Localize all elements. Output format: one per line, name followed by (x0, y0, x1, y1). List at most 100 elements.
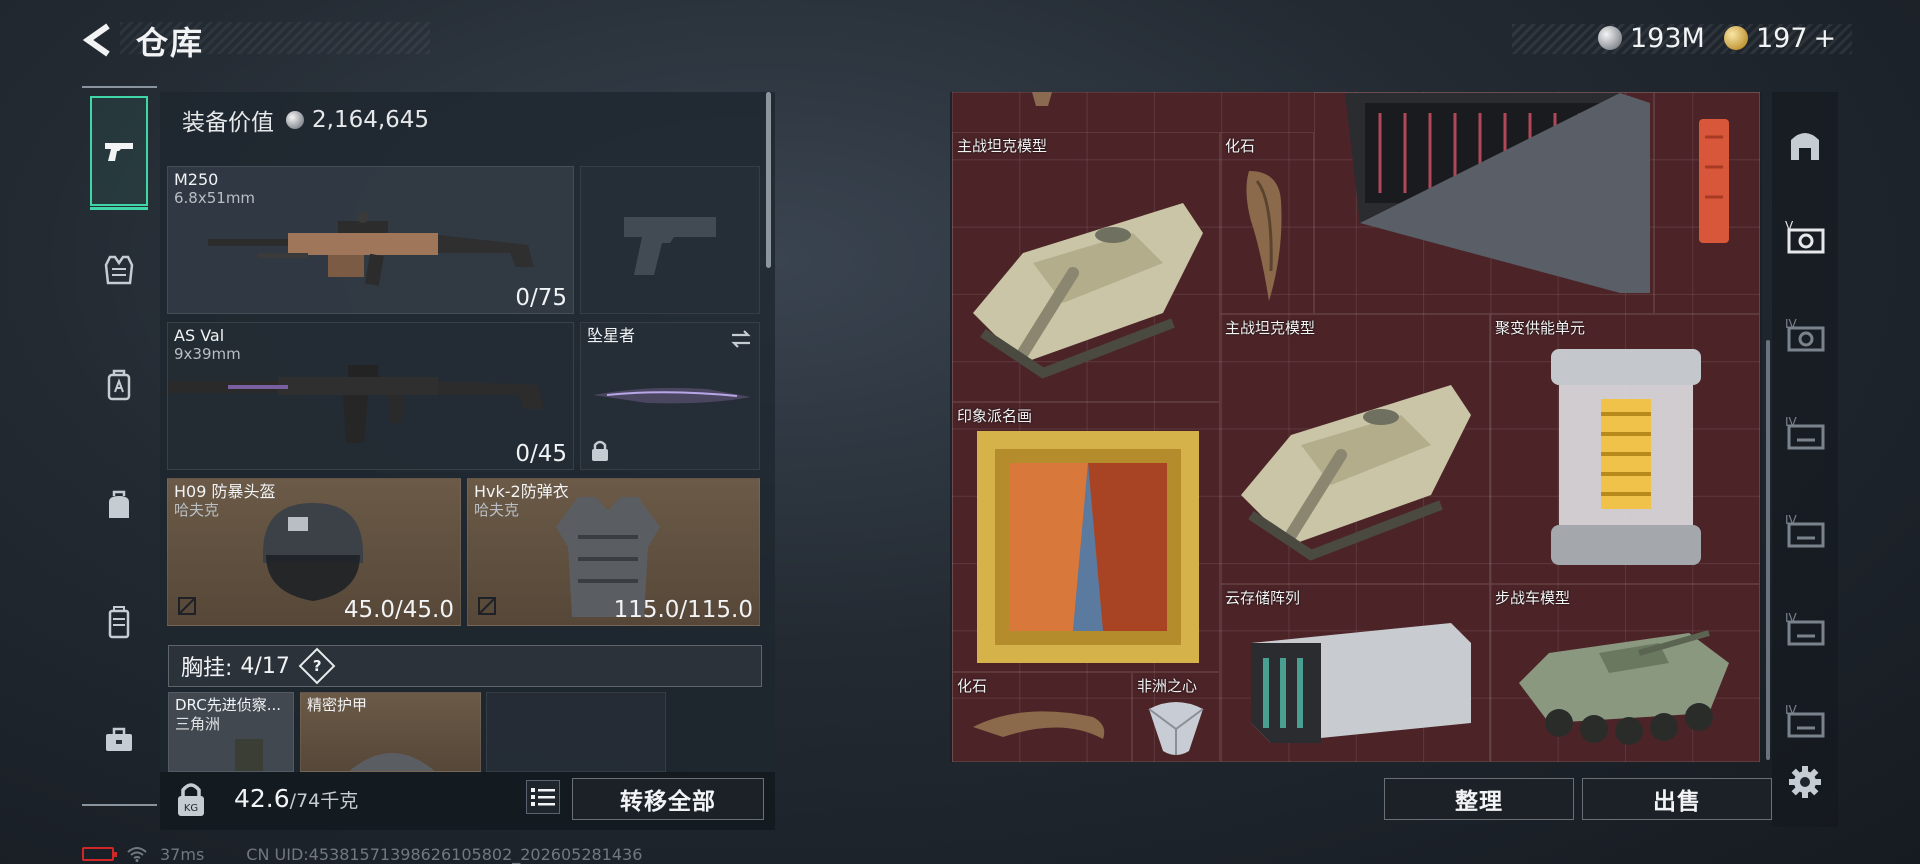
storage-tab-iv[interactable]: IV (1780, 692, 1830, 748)
list-view-button[interactable] (526, 780, 560, 814)
storage-scrollbar[interactable] (1766, 340, 1770, 760)
rig-item-slot[interactable]: DRC先进侦察... 三角洲 (168, 692, 294, 772)
sell-button[interactable]: 出售 (1582, 778, 1772, 820)
storage-item[interactable]: 印象派名画 (952, 402, 1220, 672)
rig-item-sub: 三角洲 (175, 715, 221, 733)
back-icon[interactable] (80, 20, 120, 60)
equipment-value-label: 装备价值 (182, 110, 274, 136)
storage-tab-main[interactable] (1780, 116, 1830, 172)
storage-item[interactable]: 主战坦克模型 (952, 132, 1220, 402)
silver-currency: 193M (1598, 20, 1705, 56)
nav-tab-vest[interactable] (90, 240, 148, 300)
storage-v-icon: V (1785, 219, 1825, 254)
storage-item-server[interactable] (1314, 92, 1654, 314)
storage-arch-icon (1791, 133, 1819, 160)
nav-tab-armor[interactable] (90, 355, 148, 415)
tank-model-icon (973, 203, 1203, 379)
storage-tab-iv[interactable]: IV (1780, 306, 1830, 362)
add-currency-button[interactable]: + (1814, 23, 1837, 54)
storage-item[interactable]: 非洲之心 (1132, 672, 1220, 762)
sidearm-slot-empty[interactable] (580, 166, 760, 314)
no-repair-icon (478, 597, 496, 615)
storage-item-red-case[interactable] (1654, 92, 1760, 314)
settings-gear-icon (1789, 766, 1821, 798)
storage-tab-iv[interactable]: IV (1780, 502, 1830, 558)
helmet-icon (263, 503, 363, 601)
weight-current: 42.6 (234, 784, 290, 813)
storage-iv-icon: IV (1785, 415, 1825, 450)
gold-amount: 197 (1756, 22, 1808, 54)
vest-icon (104, 255, 134, 285)
helmet-maker: 哈夫克 (174, 501, 220, 519)
backpack-armor-icon (107, 369, 131, 401)
primary-weapon-slot[interactable]: M250 6.8x51mm 0/75 (167, 166, 574, 314)
list-icon (531, 788, 555, 806)
svg-text:KG: KG (184, 803, 198, 814)
storage-tab-v[interactable]: V (1780, 208, 1830, 264)
nav-tab-backpack[interactable] (90, 475, 148, 535)
bag-icon (109, 490, 129, 518)
pistol-placeholder-icon (624, 217, 716, 275)
melee-slot[interactable]: 坠星者 (580, 322, 760, 470)
storage-iv-icon: IV (1785, 703, 1825, 738)
silver-coin-icon (286, 111, 304, 129)
storage-item[interactable]: 主战坦克模型 (1220, 314, 1490, 584)
storage-tab-iv[interactable]: IV (1780, 404, 1830, 460)
silver-coin-icon (1598, 26, 1622, 50)
cloud-storage-array-icon (1251, 623, 1471, 743)
nav-tab-weapons[interactable] (90, 96, 148, 210)
storage-item[interactable]: 云存储阵列 (1220, 584, 1490, 762)
wifi-icon (127, 847, 147, 862)
precision-armor-icon (349, 753, 435, 771)
server-rack-icon (1345, 93, 1650, 293)
helmet-slot[interactable]: H09 防暴头盔 哈夫克 45.0/45.0 (167, 478, 461, 626)
storage-item-partial[interactable] (952, 92, 1220, 132)
scope-item-icon (235, 739, 263, 771)
m250-rifle-icon (208, 211, 534, 286)
rig-empty-slot[interactable] (486, 692, 666, 772)
toolbox-icon (106, 727, 132, 751)
weight-max: /74千克 (289, 790, 359, 812)
lock-icon (592, 440, 608, 461)
no-repair-icon (178, 597, 196, 615)
storage-item[interactable]: 化石 (1220, 132, 1314, 314)
secondary-weapon-slot[interactable]: AS Val 9x39mm 0/45 (167, 322, 574, 470)
pistol-icon (105, 143, 133, 161)
armor-slot[interactable]: Hvk-2防弹衣 哈夫克 115.0/115.0 (467, 478, 760, 626)
nav-tab-locker[interactable] (90, 592, 148, 652)
painting-icon (977, 431, 1199, 663)
as-val-rifle-icon (168, 365, 544, 443)
help-icon[interactable]: ? (298, 647, 336, 685)
page-title: 仓库 (136, 24, 205, 62)
sort-button[interactable]: 整理 (1384, 778, 1574, 820)
swap-icon[interactable] (729, 327, 753, 351)
locker-icon (108, 606, 130, 639)
nav-tab-toolbox[interactable] (90, 710, 148, 770)
transfer-all-button[interactable]: 转移全部 (572, 778, 764, 820)
battery-icon (82, 847, 117, 861)
knife-icon (593, 387, 751, 404)
item-fragment-icon (1032, 92, 1052, 106)
chest-rig-header: 胸挂: 4/17 ? (168, 645, 762, 687)
chest-rig-label: 胸挂: (181, 656, 233, 681)
storage-item[interactable]: 聚变供能单元 (1490, 314, 1760, 584)
storage-item[interactable]: 步战车模型 (1490, 584, 1760, 762)
rig-item-slot[interactable]: 精密护甲 (300, 692, 481, 772)
storage-iv-icon: IV (1785, 513, 1825, 548)
equipment-value: 装备价值 2,164,645 (182, 104, 429, 136)
fossil-claw-icon (1246, 171, 1282, 301)
status-bar: 37ms CN UID:45381571398626105802_2026052… (82, 844, 642, 864)
ping-text: 37ms (160, 844, 205, 864)
durability: 45.0/45.0 (343, 597, 454, 623)
ammo-count: 0/45 (515, 441, 567, 467)
item-label: 化石 (957, 677, 988, 695)
equipment-scrollbar[interactable] (766, 92, 771, 268)
weight-lock-icon[interactable]: KG (172, 780, 210, 820)
storage-tab-iv[interactable]: IV (1780, 600, 1830, 656)
storage-iv-icon: IV (1785, 317, 1825, 352)
settings-button[interactable] (1780, 754, 1830, 810)
item-label: 聚变供能单元 (1495, 319, 1586, 337)
item-label: 印象派名画 (957, 407, 1033, 425)
item-label: 化石 (1225, 137, 1256, 155)
storage-item[interactable]: 化石 (952, 672, 1132, 762)
